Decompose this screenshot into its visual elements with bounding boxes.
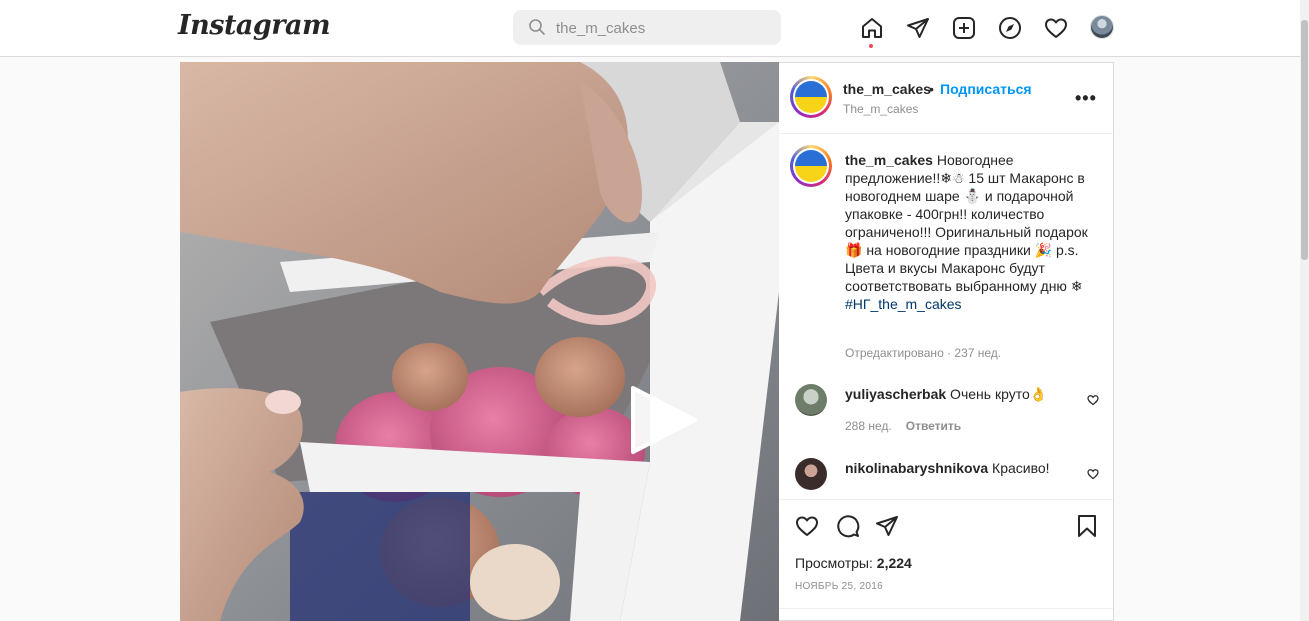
follow-button[interactable]: Подписаться xyxy=(940,81,1032,97)
post-side-panel: the_m_cakes • Подписаться The_m_cakes ••… xyxy=(779,62,1114,621)
home-active-indicator xyxy=(869,44,873,48)
caption-text: Новогоднее предложение!!❄☃ 15 шт Макарон… xyxy=(845,152,1088,294)
direct-message-icon[interactable] xyxy=(905,15,931,41)
instagram-logo[interactable]: Instagram xyxy=(178,10,331,41)
comment-like-heart-icon[interactable] xyxy=(1087,393,1099,411)
play-button[interactable] xyxy=(625,384,701,456)
profile-avatar[interactable] xyxy=(1090,15,1114,39)
comment-text-2: nikolinabaryshnikova Красиво! xyxy=(845,460,1050,476)
author-avatar[interactable] xyxy=(790,76,832,118)
comment-body: Красиво! xyxy=(988,460,1050,476)
new-post-icon[interactable] xyxy=(951,15,977,41)
views-label: Просмотры: xyxy=(795,555,877,571)
comment-bubble-icon[interactable] xyxy=(836,514,860,543)
like-heart-icon[interactable] xyxy=(795,514,819,543)
views-value: 2,224 xyxy=(876,555,912,571)
comment-like-heart-icon[interactable] xyxy=(1087,467,1099,485)
reply-button[interactable]: Ответить xyxy=(906,419,961,433)
comment-age: 288 нед. xyxy=(845,419,892,433)
search-box[interactable] xyxy=(513,10,781,45)
save-bookmark-icon[interactable] xyxy=(1075,514,1099,543)
footer-divider xyxy=(779,608,1113,609)
explore-compass-icon[interactable] xyxy=(997,15,1023,41)
header-divider xyxy=(779,133,1113,134)
search-input[interactable] xyxy=(556,17,756,39)
post-author-subtitle[interactable]: The_m_cakes xyxy=(843,102,918,116)
caption-edited-time: Отредактировано · 237 нед. xyxy=(845,346,1002,360)
comment-meta: 288 нед. Ответить xyxy=(845,419,961,433)
comment-avatar[interactable] xyxy=(795,384,827,416)
search-icon xyxy=(529,19,545,35)
view-count[interactable]: Просмотры: 2,224 xyxy=(795,555,912,571)
separator-dot: • xyxy=(929,81,934,97)
actions-divider xyxy=(779,499,1113,500)
home-icon[interactable] xyxy=(859,15,885,41)
comment-avatar[interactable] xyxy=(795,458,827,490)
post-video[interactable] xyxy=(180,62,779,621)
caption-author-avatar[interactable] xyxy=(790,145,832,187)
comment-body: Очень круто👌 xyxy=(946,386,1048,402)
comment-text-1: yuliyascherbak Очень круто👌 xyxy=(845,386,1047,403)
comment-username[interactable]: yuliyascherbak xyxy=(845,386,946,402)
page-scrollbar[interactable] xyxy=(1300,0,1309,621)
scrollbar-thumb[interactable] xyxy=(1301,20,1308,260)
caption-username[interactable]: the_m_cakes xyxy=(845,152,933,168)
more-options-button[interactable]: ••• xyxy=(1075,88,1097,109)
top-navigation-bar: Instagram xyxy=(0,0,1300,57)
caption-hashtag[interactable]: #НГ_the_m_cakes xyxy=(845,296,962,312)
video-frame xyxy=(180,62,779,621)
post-caption: the_m_cakes Новогоднее предложение!!❄☃ 1… xyxy=(845,151,1097,313)
ukraine-flag-avatar-image xyxy=(795,81,827,113)
ukraine-flag-avatar-image xyxy=(795,150,827,182)
post-date[interactable]: Ноябрь 25, 2016 xyxy=(795,581,883,592)
activity-heart-icon[interactable] xyxy=(1043,15,1069,41)
comment-username[interactable]: nikolinabaryshnikova xyxy=(845,460,988,476)
share-direct-icon[interactable] xyxy=(875,514,899,543)
post-author-username[interactable]: the_m_cakes xyxy=(843,81,931,97)
